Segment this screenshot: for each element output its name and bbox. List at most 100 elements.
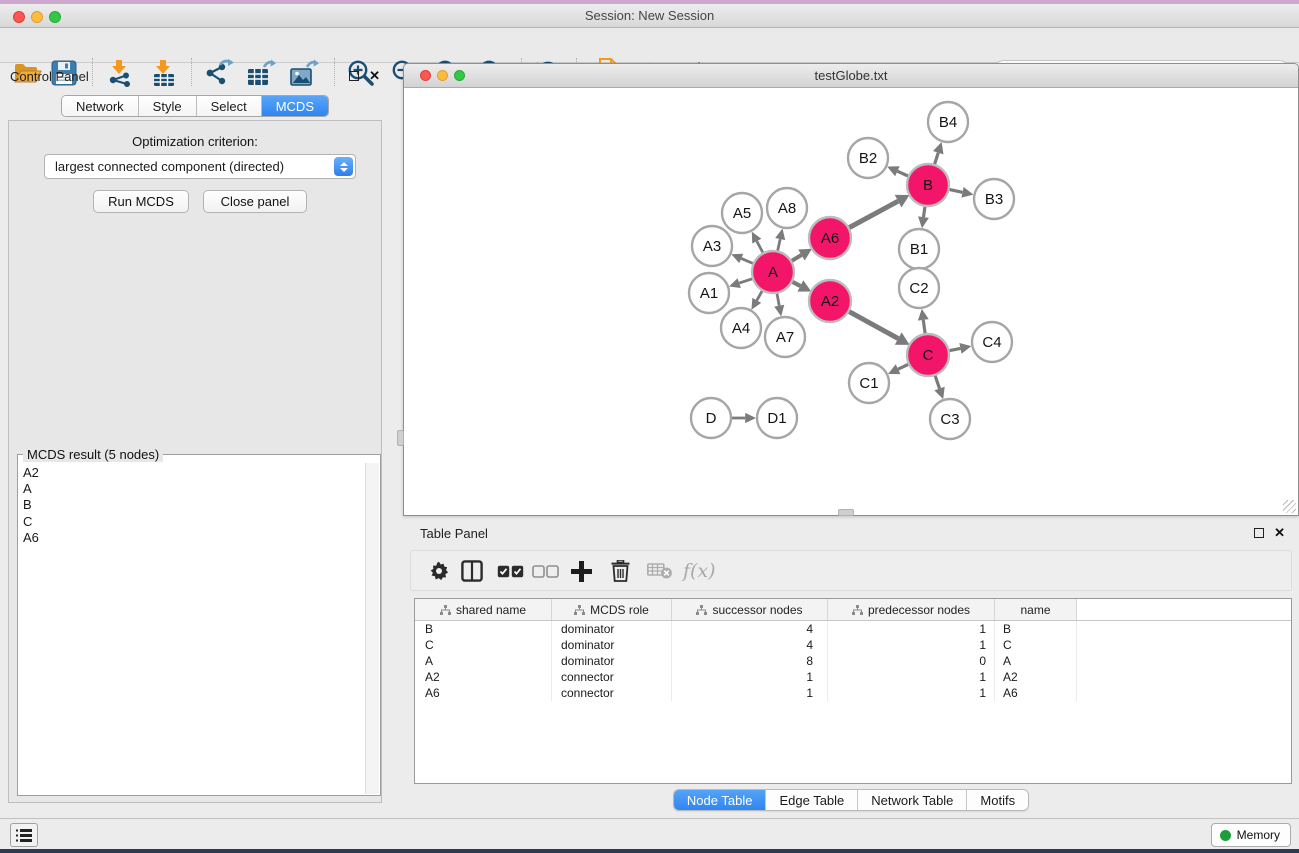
column-header-shared-name[interactable]: shared name bbox=[415, 599, 552, 620]
arrowhead-icon bbox=[934, 387, 944, 399]
edge-B-B2[interactable] bbox=[897, 171, 908, 176]
edge-C-C2[interactable] bbox=[923, 320, 925, 334]
edge-A-A6[interactable] bbox=[791, 255, 801, 261]
node-label-B1: B1 bbox=[910, 241, 928, 258]
mcds-result-item[interactable]: A6 bbox=[23, 530, 361, 546]
column-header-predecessor-nodes[interactable]: predecessor nodes bbox=[828, 599, 995, 620]
table-panel-header: Table Panel ✕ bbox=[403, 520, 1299, 546]
mcds-result-item[interactable]: C bbox=[23, 514, 361, 530]
tab-style[interactable]: Style bbox=[139, 96, 197, 116]
tab-network-table[interactable]: Network Table bbox=[858, 790, 967, 810]
function-builder-icon[interactable]: f(x) bbox=[683, 557, 716, 585]
tab-edge-table[interactable]: Edge Table bbox=[766, 790, 858, 810]
tab-network[interactable]: Network bbox=[62, 96, 139, 116]
network-canvas[interactable]: AA1A2A3A4A5A6A7A8BB1B2B3B4CC1C2C3C4DD1 bbox=[405, 88, 1297, 514]
edge-B-B3[interactable] bbox=[949, 189, 963, 192]
tab-motifs[interactable]: Motifs bbox=[967, 790, 1028, 810]
mcds-result-list[interactable]: A2ABCA6 bbox=[19, 463, 365, 794]
delete-column-icon[interactable] bbox=[611, 557, 630, 585]
edge-A-A8[interactable] bbox=[777, 239, 780, 251]
table-panel: Table Panel ✕ f(x) shared nameMCDS roles… bbox=[403, 520, 1299, 816]
table-row[interactable]: A2connector11A2 bbox=[415, 669, 1291, 685]
float-panel-icon[interactable] bbox=[349, 71, 359, 81]
node-label-C4: C4 bbox=[982, 334, 1001, 351]
tab-mcds[interactable]: MCDS bbox=[262, 96, 328, 116]
tab-node-table[interactable]: Node Table bbox=[674, 790, 767, 810]
mcds-result-item[interactable]: A bbox=[23, 481, 361, 497]
node-label-C3: C3 bbox=[940, 411, 959, 428]
deselect-all-icon[interactable] bbox=[532, 557, 559, 585]
column-type-icon bbox=[574, 605, 585, 615]
node-label-D: D bbox=[706, 410, 717, 427]
gear-icon[interactable] bbox=[429, 557, 449, 585]
node-table-header: shared nameMCDS rolesuccessor nodesprede… bbox=[415, 599, 1291, 621]
criterion-select[interactable]: largest connected component (directed) bbox=[44, 154, 356, 179]
mcds-result-scrollbar[interactable] bbox=[365, 463, 379, 794]
network-window-titlebar[interactable]: testGlobe.txt bbox=[404, 64, 1298, 88]
network-view-window: testGlobe.txt AA1A2A3A4A5A6A7A8BB1B2B3B4… bbox=[403, 63, 1299, 516]
statusbar: Memory bbox=[0, 818, 1299, 849]
edge-C-C1[interactable] bbox=[898, 364, 909, 369]
node-label-C2: C2 bbox=[909, 280, 928, 297]
column-header-name[interactable]: name bbox=[995, 599, 1077, 620]
edge-A-A7[interactable] bbox=[777, 293, 779, 306]
network-graph-svg: AA1A2A3A4A5A6A7A8BB1B2B3B4CC1C2C3C4DD1 bbox=[405, 88, 1299, 515]
run-mcds-button[interactable]: Run MCDS bbox=[93, 190, 189, 213]
memory-button[interactable]: Memory bbox=[1211, 823, 1291, 847]
mcds-tab-content: Optimization criterion: largest connecte… bbox=[8, 120, 382, 803]
horizontal-scroll-thumb[interactable] bbox=[838, 509, 854, 516]
tab-select[interactable]: Select bbox=[197, 96, 262, 116]
control-panel-title: Control Panel bbox=[10, 69, 89, 84]
edge-A-A1[interactable] bbox=[739, 279, 753, 284]
table-float-panel-icon[interactable] bbox=[1254, 528, 1264, 538]
column-header-successor-nodes[interactable]: successor nodes bbox=[672, 599, 828, 620]
node-label-A1: A1 bbox=[700, 285, 718, 302]
table-close-panel-icon[interactable]: ✕ bbox=[1274, 528, 1285, 538]
node-label-B: B bbox=[923, 177, 933, 194]
edge-A6-B[interactable] bbox=[848, 201, 898, 228]
add-column-icon[interactable] bbox=[571, 557, 592, 585]
edge-A-A3[interactable] bbox=[741, 258, 753, 263]
table-row[interactable]: Cdominator41C bbox=[415, 637, 1291, 653]
node-label-A3: A3 bbox=[703, 238, 721, 255]
criterion-value: largest connected component (directed) bbox=[55, 159, 284, 174]
node-label-C: C bbox=[923, 347, 934, 364]
table-row[interactable]: Adominator80A bbox=[415, 653, 1291, 669]
show-panels-button[interactable] bbox=[10, 823, 38, 847]
memory-status-icon bbox=[1220, 830, 1231, 841]
arrowhead-icon bbox=[729, 278, 741, 288]
edge-A-A2[interactable] bbox=[792, 282, 801, 286]
delete-table-icon[interactable] bbox=[647, 557, 673, 585]
table-row[interactable]: A6connector11A6 bbox=[415, 685, 1291, 701]
table-panel-tabs: Node TableEdge TableNetwork TableMotifs bbox=[673, 789, 1029, 811]
edge-B-B1[interactable] bbox=[923, 206, 925, 217]
select-all-icon[interactable] bbox=[497, 557, 524, 585]
mcds-result-item[interactable]: A2 bbox=[23, 465, 361, 481]
edge-A-A5[interactable] bbox=[757, 241, 763, 253]
node-label-A4: A4 bbox=[732, 320, 750, 337]
edge-A2-C[interactable] bbox=[848, 311, 898, 338]
arrowhead-icon bbox=[918, 309, 929, 321]
node-label-A8: A8 bbox=[778, 200, 796, 217]
close-panel-button[interactable]: Close panel bbox=[203, 190, 307, 213]
node-label-D1: D1 bbox=[767, 410, 786, 427]
edge-A-A4[interactable] bbox=[757, 290, 763, 300]
resize-grip-icon[interactable] bbox=[1283, 500, 1296, 513]
arrowhead-icon bbox=[775, 229, 785, 241]
split-view-icon[interactable] bbox=[461, 557, 483, 585]
mcds-result-item[interactable]: B bbox=[23, 497, 361, 513]
table-row[interactable]: Bdominator41B bbox=[415, 621, 1291, 637]
edge-C-C4[interactable] bbox=[949, 348, 961, 350]
column-type-icon bbox=[852, 605, 863, 615]
vertical-scroll-thumb[interactable] bbox=[397, 430, 404, 446]
column-header-MCDS-role[interactable]: MCDS role bbox=[552, 599, 672, 620]
optimization-criterion-label: Optimization criterion: bbox=[9, 134, 381, 149]
edge-B-B4[interactable] bbox=[934, 153, 938, 165]
control-panel-tabs: NetworkStyleSelectMCDS bbox=[61, 95, 329, 117]
edge-C-C3[interactable] bbox=[935, 375, 940, 389]
arrowhead-icon bbox=[918, 216, 929, 228]
table-toolbar: f(x) bbox=[410, 550, 1292, 591]
close-panel-icon[interactable]: ✕ bbox=[369, 71, 380, 81]
node-label-A5: A5 bbox=[733, 205, 751, 222]
node-table[interactable]: shared nameMCDS rolesuccessor nodesprede… bbox=[414, 598, 1292, 784]
